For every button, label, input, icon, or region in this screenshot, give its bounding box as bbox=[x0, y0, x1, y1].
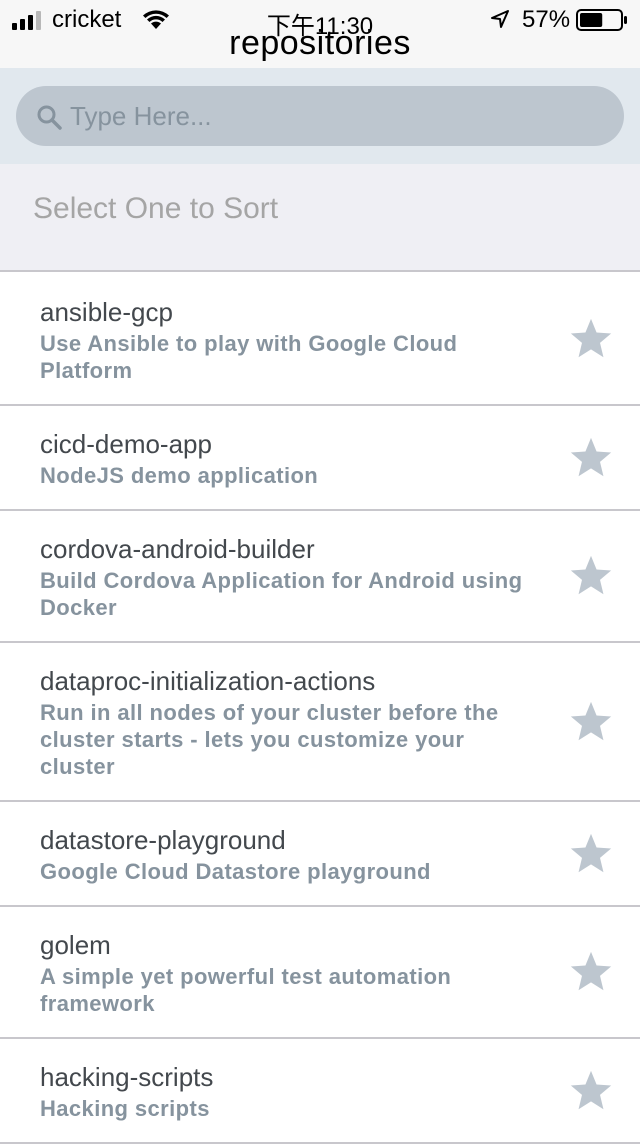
list-item[interactable]: ansible-gcp Use Ansible to play with Goog… bbox=[0, 274, 640, 406]
repository-description: NodeJS demo application bbox=[40, 463, 319, 488]
repository-name: golem bbox=[40, 930, 111, 960]
repository-name: dataproc-initialization-actions bbox=[40, 666, 376, 696]
repository-description: A simple yet powerful test automation fr… bbox=[40, 964, 452, 1016]
repository-description: Google Cloud Datastore playground bbox=[40, 859, 431, 884]
repository-name: hacking-scripts bbox=[40, 1062, 214, 1092]
star-icon[interactable] bbox=[568, 435, 614, 481]
sort-selector[interactable]: Select One to Sort bbox=[0, 164, 640, 272]
sort-label: Select One to Sort bbox=[33, 192, 279, 225]
list-item[interactable]: dataproc-initialization-actions Run in al… bbox=[0, 643, 640, 802]
star-icon[interactable] bbox=[568, 1068, 614, 1114]
search-box[interactable] bbox=[16, 86, 624, 146]
list-item[interactable]: cordova-android-builder Build Cordova App… bbox=[0, 511, 640, 643]
search-bar bbox=[0, 68, 640, 164]
search-icon bbox=[37, 105, 62, 130]
repository-name: cicd-demo-app bbox=[40, 429, 212, 459]
repository-description: Build Cordova Application for Android us… bbox=[40, 568, 523, 620]
list-item[interactable]: hacking-scripts Hacking scripts bbox=[0, 1039, 640, 1144]
repository-description: Hacking scripts bbox=[40, 1096, 210, 1121]
list-item[interactable]: datastore-playground Google Cloud Datasto… bbox=[0, 802, 640, 907]
repository-name: ansible-gcp bbox=[40, 297, 173, 327]
search-input[interactable] bbox=[68, 86, 608, 146]
list-item[interactable]: golem A simple yet powerful test automati… bbox=[0, 907, 640, 1039]
list-item[interactable]: cicd-demo-app NodeJS demo application bbox=[0, 406, 640, 511]
star-icon[interactable] bbox=[568, 316, 614, 362]
star-icon[interactable] bbox=[568, 699, 614, 745]
star-icon[interactable] bbox=[568, 553, 614, 599]
top-bar: cricket 下午11:30 57% repositories bbox=[0, 0, 640, 68]
star-icon[interactable] bbox=[568, 831, 614, 877]
repository-description: Use Ansible to play with Google Cloud Pl… bbox=[40, 331, 458, 383]
repository-description: Run in all nodes of your cluster before … bbox=[40, 700, 499, 779]
repository-name: datastore-playground bbox=[40, 825, 286, 855]
repository-list: ansible-gcp Use Ansible to play with Goog… bbox=[0, 274, 640, 1144]
page-title: repositories bbox=[229, 24, 411, 62]
repository-name: cordova-android-builder bbox=[40, 534, 315, 564]
star-icon[interactable] bbox=[568, 949, 614, 995]
